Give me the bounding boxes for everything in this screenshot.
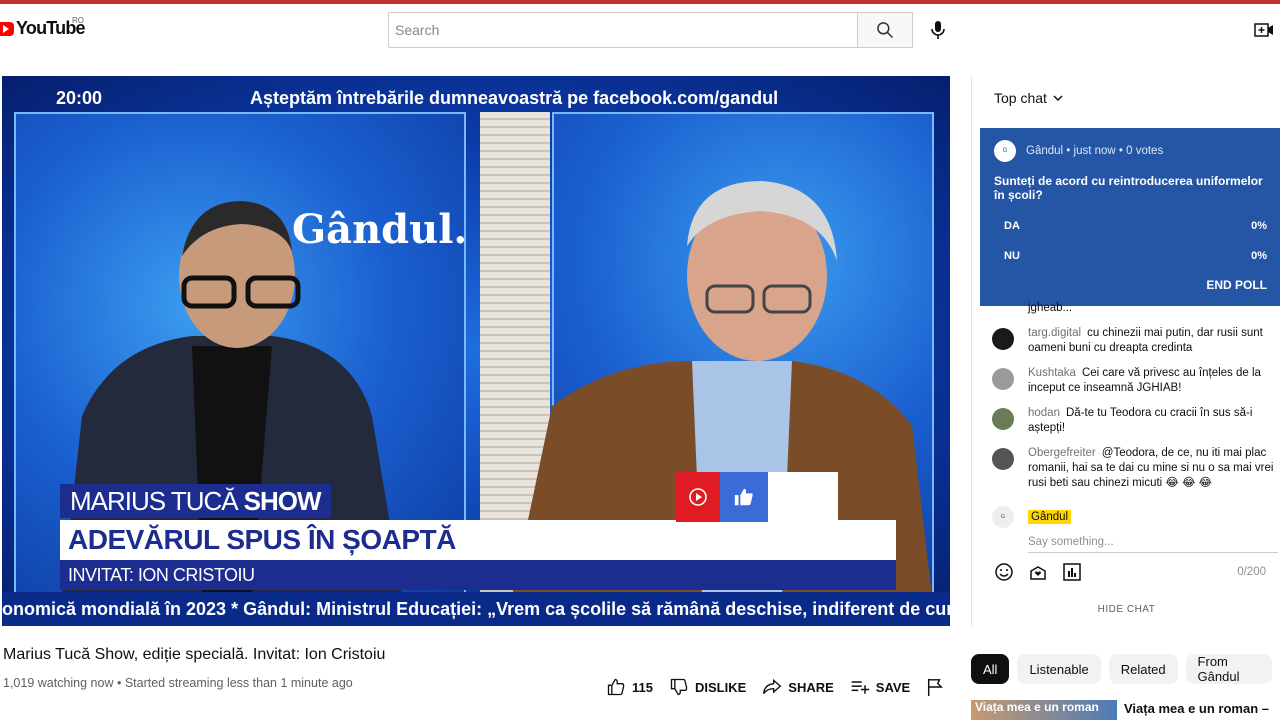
avatar[interactable] xyxy=(992,328,1014,350)
filter-chip-all[interactable]: All xyxy=(971,654,1010,684)
overlay-blank-panel xyxy=(768,472,838,522)
live-chat: Top chat G Gândul • just now • 0 votes S… xyxy=(971,76,1280,626)
like-button[interactable]: 115 xyxy=(606,677,653,697)
search-button[interactable] xyxy=(857,12,913,48)
news-crawl: onomică mondială în 2023 * Gândul: Minis… xyxy=(2,592,950,626)
chat-message: targ.digital cu chinezii mai putin, dar r… xyxy=(992,326,1277,356)
play-circle-icon xyxy=(689,488,707,506)
show-name: MARIUS TUCĂ xyxy=(70,485,239,516)
create-button[interactable] xyxy=(1252,18,1276,42)
chat-message: Obergefreiter @Teodora, de ce, nu iti mai… xyxy=(992,446,1277,491)
chat-text: Dă-te tu Teodora cu cracii în sus să-i a… xyxy=(1028,407,1253,434)
heart-box-icon xyxy=(1030,566,1046,580)
chat-poll: G Gândul • just now • 0 votes Sunteți de… xyxy=(980,128,1280,306)
youtube-play-icon xyxy=(0,21,14,36)
chevron-down-icon xyxy=(1053,95,1063,102)
avatar[interactable] xyxy=(992,368,1014,390)
poll-option-value: 0% xyxy=(1251,220,1267,232)
search-icon xyxy=(877,22,894,39)
chat-author[interactable]: Obergefreiter xyxy=(1028,447,1096,459)
search-box[interactable] xyxy=(388,12,858,48)
save-label: SAVE xyxy=(875,679,911,695)
chat-message-partial: jgheab... xyxy=(1028,302,1073,314)
avatar: G xyxy=(992,506,1014,528)
chat-author[interactable]: hodan xyxy=(1028,407,1060,419)
composer-identity: G Gândul xyxy=(992,506,1277,528)
smiley-icon xyxy=(995,563,1013,581)
thumbs-up-icon xyxy=(607,678,625,696)
report-button[interactable] xyxy=(926,677,950,697)
recommendation-thumbnail[interactable]: Viața mea e un roman xyxy=(971,700,1117,720)
video-meta: 1,019 watching now • Started streaming l… xyxy=(3,676,353,690)
video-camera-plus-icon xyxy=(1254,23,1273,37)
poll-question: Sunteți de acord cu reintroducerea unifo… xyxy=(994,174,1263,202)
avatar[interactable] xyxy=(992,408,1014,430)
share-button[interactable]: SHARE xyxy=(762,677,834,697)
recommendation-title[interactable]: Viața mea e un roman – xyxy=(1124,701,1269,716)
like-count: 115 xyxy=(632,679,653,695)
poll-option-label: DA xyxy=(1004,220,1020,232)
masthead: YouTube RO xyxy=(0,4,1280,56)
poll-option-value: 0% xyxy=(1251,250,1267,262)
composer-name: Gândul xyxy=(1028,510,1072,524)
super-chat-button[interactable] xyxy=(1028,562,1048,582)
thumbs-up-icon xyxy=(734,488,753,506)
episode-title: ADEVĂRUL SPUS ÎN ȘOAPTĂ xyxy=(60,520,896,560)
channel-avatar: G xyxy=(994,140,1016,162)
country-code: RO xyxy=(72,16,84,25)
thumbs-down-icon xyxy=(670,678,688,696)
recommendation-filters: All Listenable Related From Gândul xyxy=(971,654,1280,684)
dislike-label: DISLIKE xyxy=(694,679,747,695)
dislike-button[interactable]: DISLIKE xyxy=(669,677,746,697)
chat-composer: G Gândul Say something... xyxy=(992,506,1278,553)
filter-chip-related[interactable]: Related xyxy=(1108,654,1178,684)
chat-message: hodan Dă-te tu Teodora cu cracii în sus s… xyxy=(992,406,1277,436)
chat-input[interactable]: Say something... xyxy=(1028,536,1278,553)
show-name-lower-third: MARIUS TUCĂ SHOW xyxy=(60,484,331,518)
share-label: SHARE xyxy=(788,679,834,695)
poll-author: Gândul xyxy=(1026,145,1064,157)
chat-mode-label: Top chat xyxy=(994,90,1047,106)
chat-mode-selector[interactable]: Top chat xyxy=(994,90,1065,106)
save-button[interactable]: SAVE xyxy=(850,677,910,697)
chat-tools: 0/200 xyxy=(994,562,1274,582)
end-poll-button[interactable]: END POLL xyxy=(1206,278,1267,292)
filter-chip-listenable[interactable]: Listenable xyxy=(1017,654,1101,684)
chat-messages: jgheab... targ.digital cu chinezii mai pu… xyxy=(992,302,1277,501)
video-title: Marius Tucă Show, ediție specială. Invit… xyxy=(3,646,386,663)
poll-header: G Gândul • just now • 0 votes xyxy=(994,140,1267,162)
share-arrow-icon xyxy=(763,678,782,695)
voice-search-button[interactable] xyxy=(924,16,952,44)
youtube-logo[interactable]: YouTube RO xyxy=(0,16,86,39)
flag-icon xyxy=(928,678,944,696)
search-input[interactable] xyxy=(395,22,857,38)
video-actions: 115 DISLIKE SHARE SAVE xyxy=(606,674,966,700)
emoji-button[interactable] xyxy=(994,562,1014,582)
chat-author[interactable]: targ.digital xyxy=(1028,327,1081,339)
guest-name: INVITAT: ION CRISTOIU xyxy=(60,560,896,590)
chat-author[interactable]: Kushtaka xyxy=(1028,367,1076,379)
poll-option-label: NU xyxy=(1004,250,1020,262)
video-player[interactable]: 20:00 Așteptăm întrebările dumneavoastră… xyxy=(2,76,950,626)
broadcast-time: 20:00 xyxy=(56,88,103,108)
create-poll-button[interactable] xyxy=(1062,562,1082,582)
filter-chip-from-channel[interactable]: From Gândul xyxy=(1185,654,1272,684)
bar-chart-icon xyxy=(1063,563,1081,581)
chat-message: Kushtaka Cei care vă privesc au înțeles d… xyxy=(992,366,1277,396)
broadcast-banner: Așteptăm întrebările dumneavoastră pe fa… xyxy=(250,88,779,108)
avatar[interactable] xyxy=(992,448,1014,470)
microphone-icon xyxy=(931,21,945,39)
hide-chat-button[interactable]: HIDE CHAT xyxy=(972,604,1280,615)
poll-meta: • just now • 0 votes xyxy=(1066,145,1164,157)
show-suffix: SHOW xyxy=(243,485,322,516)
overlay-buttons xyxy=(676,472,838,522)
youtube-overlay-button[interactable] xyxy=(676,472,720,522)
playlist-add-icon xyxy=(851,681,869,694)
poll-option[interactable]: NU 0% xyxy=(994,250,1267,262)
char-counter: 0/200 xyxy=(1237,566,1266,578)
poll-option[interactable]: DA 0% xyxy=(994,220,1267,232)
facebook-like-overlay-button[interactable] xyxy=(720,472,768,522)
